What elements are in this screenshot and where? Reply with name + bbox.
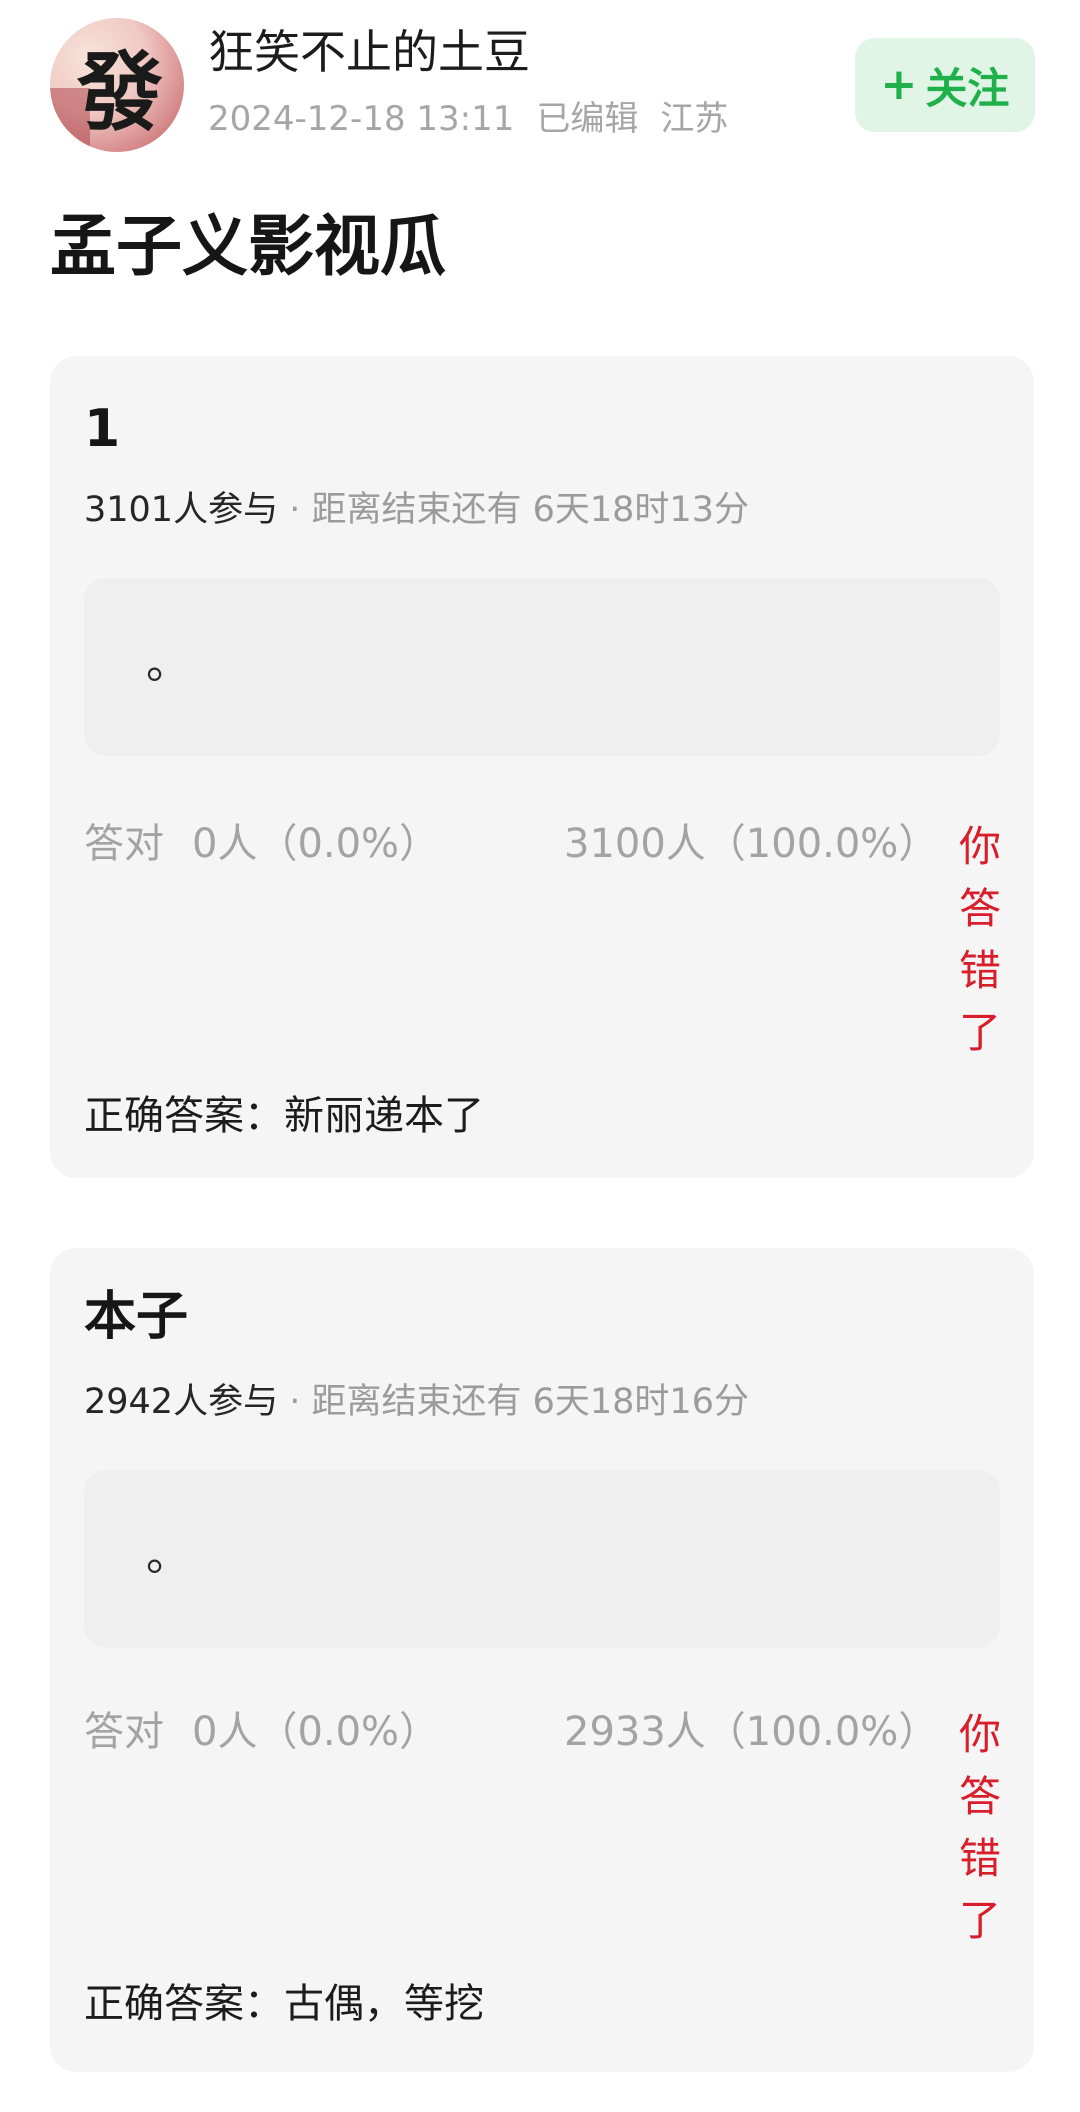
stats-separator: · (289, 490, 301, 530)
correct-answer: 正确答案：古偶，等挖 (84, 1981, 484, 2027)
post-location: 江苏 (660, 99, 729, 139)
quiz-card: 1 3101人参与 · 距离结束还有 6天18时13分 。 答对 0人（0.0%… (50, 356, 1034, 1178)
wrong-count: 2933人（100.0%） (564, 1709, 939, 1755)
correct-label: 答对 (84, 821, 164, 867)
avatar-image: 發 (50, 18, 184, 152)
time-remaining: 距离结束还有 6天18时13分 (311, 490, 749, 530)
author-name[interactable]: 狂笑不止的土豆 (208, 22, 530, 82)
quiz-title: 本子 (84, 1287, 189, 1347)
avatar-glyph: 發 (76, 42, 163, 143)
correct-label: 答对 (84, 1709, 164, 1755)
participant-count: 2942人参与 (84, 1382, 279, 1422)
post-meta: 2024-12-18 13:11 已编辑 江苏 (208, 96, 750, 142)
correct-count: 0人（0.0%） (192, 1709, 440, 1755)
quiz-stats: 3101人参与 · 距离结束还有 6天18时13分 (84, 486, 749, 534)
option-text: 。 (146, 638, 190, 689)
verdict-text: 你答错了 (958, 1710, 1001, 1945)
post-date: 2024-12-18 13:11 (208, 99, 515, 139)
time-remaining: 距离结束还有 6天18时16分 (311, 1382, 749, 1422)
wrong-count: 3100人（100.0%） (564, 821, 939, 867)
correct-count: 0人（0.0%） (192, 821, 440, 867)
stats-separator: · (289, 1382, 301, 1422)
participant-count: 3101人参与 (84, 490, 279, 530)
quiz-option[interactable]: 。 (84, 1470, 1000, 1648)
post-title: 孟子义影视瓜 (50, 208, 446, 285)
edited-tag: 已编辑 (536, 99, 639, 139)
correct-answer: 正确答案：新丽递本了 (84, 1093, 484, 1139)
avatar[interactable]: 發 (50, 18, 184, 152)
option-text: 。 (146, 1530, 190, 1581)
quiz-stats: 2942人参与 · 距离结束还有 6天18时16分 (84, 1378, 749, 1426)
quiz-card: 本子 2942人参与 · 距离结束还有 6天18时16分 。 答对 0人（0.0… (50, 1248, 1034, 2072)
plus-icon: + (880, 59, 918, 110)
follow-label: 关注 (925, 63, 1010, 113)
follow-button[interactable]: + 关注 (855, 38, 1035, 132)
quiz-title: 1 (84, 399, 121, 459)
quiz-option[interactable]: 。 (84, 578, 1000, 756)
verdict-text: 你答错了 (958, 822, 1001, 1057)
